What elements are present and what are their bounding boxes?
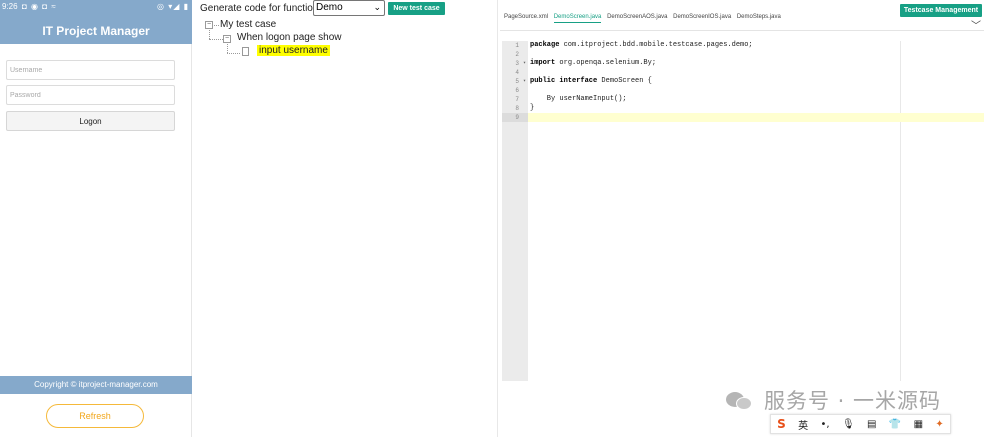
line-number: 1 (515, 42, 519, 49)
ime-language-toggle[interactable]: 英 (798, 417, 808, 432)
code-line: } (528, 104, 984, 113)
collapse-icon[interactable]: − (205, 21, 213, 29)
tab-demo-steps[interactable]: DemoSteps.java (737, 14, 781, 22)
code-text: org.openqa.selenium.By; (555, 59, 657, 67)
skin-icon[interactable]: 👕 (889, 419, 901, 430)
app-title: IT Project Manager (42, 24, 150, 38)
line-number: 8 (515, 105, 519, 112)
function-select[interactable]: Demo ⌄ (313, 0, 385, 16)
testcase-management-button[interactable]: Testcase Management (900, 4, 982, 17)
ime-toolbar: S 英 •, 🎙 ▤ 👕 ▦ ✦ (770, 414, 951, 434)
keyboard-icon[interactable]: ▤ (867, 419, 876, 430)
chevron-down-icon: ⌄ (373, 2, 381, 12)
phone-emulator: 9:26 ◘ ◉ ◘ ≈ ◎ ▾◢ ▮ IT Project Manager L… (0, 0, 192, 437)
code-text: com.itproject.bdd.mobile.testcase.pages.… (559, 41, 753, 49)
line-number: 7 (515, 96, 519, 103)
punctuation-icon[interactable]: •, (821, 419, 830, 430)
code-area[interactable]: package com.itproject.bdd.mobile.testcas… (528, 41, 984, 381)
tab-demo-screen-aos[interactable]: DemoScreenAOS.java (607, 14, 667, 22)
sogou-logo-icon[interactable]: S (777, 417, 786, 431)
line-number-text: 5 (515, 78, 519, 85)
code-text: By userNameInput(); (530, 95, 627, 103)
line-number: 9 (502, 113, 528, 122)
toolbox-icon[interactable]: ▦ (914, 419, 923, 430)
line-number: 3 ▾ (502, 59, 528, 68)
code-panel: PageSource.xml DemoScreen.java DemoScree… (500, 0, 984, 437)
line-number: 2 (515, 51, 519, 58)
refresh-button[interactable]: Refresh (46, 404, 144, 428)
code-line: import org.openqa.selenium.By; (528, 59, 984, 68)
collapse-icon[interactable]: − (223, 35, 231, 43)
new-test-case-button[interactable]: New test case (388, 2, 445, 15)
line-gutter: 1 2 3 ▾ 4 5 ▾ 6 7 8 9 (502, 41, 528, 381)
code-text: } (530, 104, 535, 112)
tree-connector (209, 39, 223, 40)
logon-button[interactable]: Logon (6, 111, 175, 131)
code-keyword: package (530, 41, 560, 49)
username-field[interactable] (6, 60, 175, 80)
status-signal-icons: ◎ ▾◢ ▮ (157, 2, 189, 11)
tree-connector (227, 53, 240, 54)
tree-node-root[interactable]: My test case (220, 19, 276, 30)
code-editor[interactable]: 1 2 3 ▾ 4 5 ▾ 6 7 8 9 package com.itprojec… (502, 41, 984, 381)
code-keyword: public interface (530, 77, 598, 85)
status-time: 9:26 (2, 2, 18, 11)
test-case-panel: Generate code for function: Demo ⌄ New t… (198, 0, 498, 437)
code-line: package com.itproject.bdd.mobile.testcas… (528, 41, 984, 50)
code-line: By userNameInput(); (528, 95, 984, 104)
password-field[interactable] (6, 85, 175, 105)
tab-divider (500, 30, 984, 31)
watermark-text: 服务号 · 一米源码 (764, 389, 942, 413)
microphone-icon[interactable]: 🎙 (842, 419, 855, 430)
generate-code-label: Generate code for function: (200, 3, 322, 14)
code-keyword: import (530, 59, 556, 67)
app-header: 9:26 ◘ ◉ ◘ ≈ ◎ ▾◢ ▮ IT Project Manager (0, 0, 192, 44)
test-case-tree: − My test case − When logon page show in… (198, 16, 498, 76)
line-number-text: 3 (515, 60, 519, 67)
password-input[interactable] (10, 92, 174, 99)
tree-connector (227, 44, 228, 53)
fold-arrow-icon[interactable]: ▾ (523, 77, 526, 86)
username-input[interactable] (10, 67, 174, 74)
status-notification-icons: ◘ ◉ ◘ ≈ (22, 2, 57, 11)
function-select-value: Demo (316, 2, 343, 13)
file-tabs: PageSource.xml DemoScreen.java DemoScree… (500, 14, 781, 28)
code-line: public interface DemoScreen { (528, 77, 984, 86)
document-icon (242, 47, 249, 56)
line-number: 5 ▾ (502, 77, 528, 86)
tab-demo-screen-ios[interactable]: DemoScreenIOS.java (673, 14, 731, 22)
fold-arrow-icon[interactable]: ▾ (523, 59, 526, 68)
code-text: DemoScreen { (597, 77, 652, 85)
tree-node-leaf[interactable]: input username (257, 45, 330, 56)
tab-page-source[interactable]: PageSource.xml (504, 14, 548, 22)
copyright-footer: Copyright © itproject-manager.com (0, 376, 192, 394)
tree-connector (209, 30, 210, 39)
line-number: 6 (515, 87, 519, 94)
code-line-current (528, 113, 984, 122)
tree-node-child[interactable]: When logon page show (237, 32, 342, 43)
tab-demo-screen[interactable]: DemoScreen.java (553, 14, 602, 23)
mascot-icon[interactable]: ✦ (935, 419, 943, 430)
watermark: 服务号 · 一米源码 (726, 385, 941, 415)
wechat-icon (726, 389, 756, 411)
line-number: 4 (515, 69, 519, 76)
tree-connector (214, 25, 219, 26)
status-bar: 9:26 ◘ ◉ ◘ ≈ ◎ ▾◢ ▮ (0, 0, 192, 13)
